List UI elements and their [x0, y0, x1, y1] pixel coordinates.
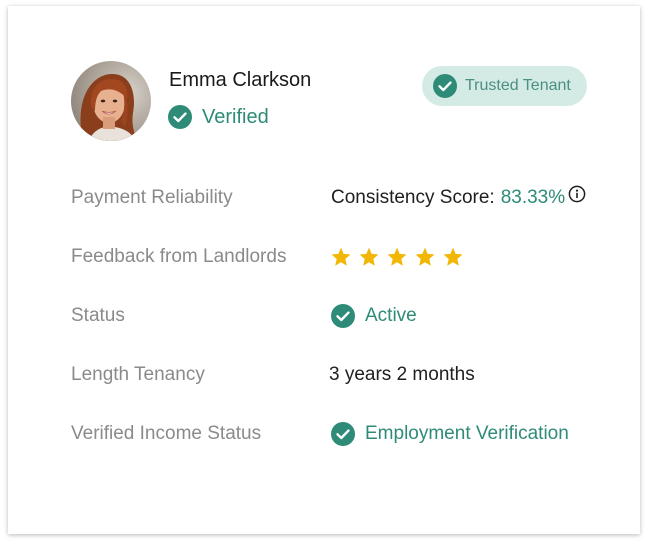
trusted-tenant-label: Trusted Tenant — [465, 77, 571, 94]
star-icon — [443, 247, 463, 266]
star-icon — [387, 247, 407, 266]
consistency-score-value: 83.33% — [500, 187, 566, 208]
info-icon[interactable] — [568, 185, 586, 203]
payment-reliability-label: Payment Reliability — [71, 187, 233, 208]
status-value: Active — [331, 304, 417, 328]
income-status-label: Verified Income Status — [71, 423, 262, 444]
verified-label: Verified — [202, 105, 269, 128]
check-circle-icon — [433, 74, 457, 98]
tenant-name: Emma Clarkson — [169, 69, 312, 91]
consistency-score-label: Consistency Score: — [331, 187, 495, 208]
feedback-label: Feedback from Landlords — [71, 246, 287, 267]
tenancy-length-value: 3 years 2 months — [329, 364, 475, 385]
income-status-text: Employment Verification — [365, 423, 569, 444]
tenant-profile-card: Emma Clarkson Verified Trusted Tenant Pa… — [8, 6, 640, 534]
check-circle-icon — [168, 105, 192, 129]
avatar — [71, 61, 151, 141]
consistency-score: Consistency Score: 83.33% — [331, 185, 586, 209]
status-label: Status — [71, 305, 125, 326]
income-status-value: Employment Verification — [331, 422, 569, 446]
verified-status: Verified — [168, 105, 269, 129]
landlord-rating — [330, 246, 464, 268]
trusted-tenant-badge: Trusted Tenant — [422, 66, 587, 106]
tenancy-length-label: Length Tenancy — [71, 364, 205, 385]
star-icon — [359, 247, 379, 266]
check-circle-icon — [331, 422, 355, 446]
check-circle-icon — [331, 304, 355, 328]
status-text: Active — [365, 305, 417, 326]
star-icon — [331, 247, 351, 266]
star-icon — [415, 247, 435, 266]
